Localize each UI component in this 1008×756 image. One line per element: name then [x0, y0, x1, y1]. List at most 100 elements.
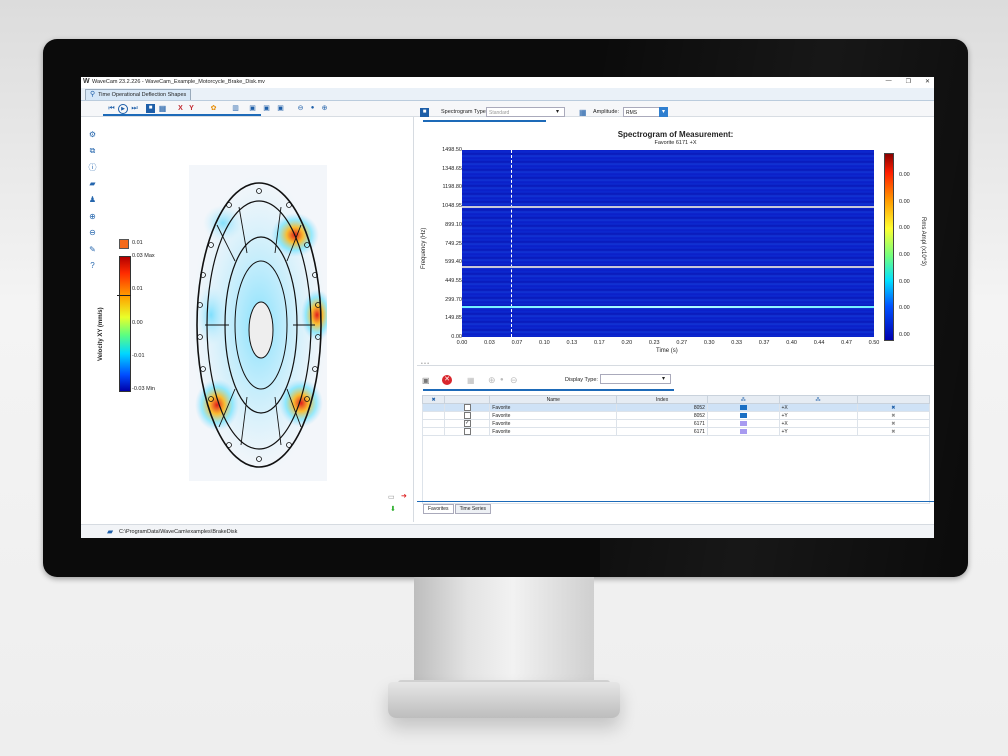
row-delete-icon[interactable]: ✖ — [856, 419, 931, 428]
pencil-icon[interactable]: ✎ — [87, 244, 98, 255]
column-header-index[interactable]: Index — [616, 395, 708, 404]
zoom-plus-icon[interactable]: ⊕ — [488, 375, 496, 386]
brake-disk-view[interactable] — [189, 165, 333, 481]
colorbar-tick-label: 0.00 — [899, 225, 910, 232]
tab-favorites[interactable]: Favorites — [423, 504, 454, 514]
x-tick-label: 0.23 — [648, 340, 660, 346]
user-icon[interactable]: ♟ — [87, 194, 98, 205]
layout-icon[interactable]: ▥ — [231, 104, 240, 113]
y-axis-icon[interactable]: Y — [187, 104, 196, 113]
app-screen: W WaveCam 23.2.226 - WaveCam_Example_Mot… — [81, 77, 934, 538]
copy-icon[interactable]: ⧉ — [87, 145, 98, 156]
play-icon[interactable]: ▶ — [118, 104, 128, 114]
y-tick-label: 899.10 — [445, 221, 462, 228]
color-swatch[interactable] — [739, 412, 747, 418]
maximize-button[interactable]: ❐ — [906, 78, 911, 85]
left-tool-column: ⚙ ⧉ ⓘ ▰ ♟ ⊕ ⊖ ✎ ? — [87, 129, 101, 276]
row-checkbox[interactable]: ✓ — [444, 419, 491, 428]
color-swatch[interactable] — [739, 420, 747, 426]
row-delete-icon[interactable]: ✖ — [856, 411, 931, 420]
info-icon[interactable]: ⓘ — [87, 162, 98, 173]
frequency-peak-line — [462, 266, 874, 269]
x-tick-label: 0.47 — [841, 340, 852, 346]
zoom-minus-icon[interactable]: ⊖ — [296, 104, 305, 113]
legend-min-label: -0.03 Min — [132, 386, 155, 392]
zoom-minus-icon[interactable]: ⊖ — [510, 375, 518, 386]
velocity-color-scale — [119, 256, 131, 392]
x-tick-label: 0.27 — [676, 340, 688, 346]
mini-screen-icon[interactable]: ▭ — [388, 493, 395, 501]
table-header-row: ✖ Name Index ⁂ ⁂ — [421, 395, 931, 404]
time-cursor-line[interactable] — [511, 150, 513, 337]
color-column-icon[interactable]: ⁂ — [706, 395, 780, 404]
save-icon[interactable]: ■ — [420, 108, 429, 117]
remove-icon[interactable]: ✕ — [442, 375, 452, 385]
skip-end-icon[interactable]: ⏭ — [130, 104, 139, 113]
close-button[interactable]: ✕ — [925, 78, 930, 85]
dot-icon[interactable]: ● — [500, 377, 504, 383]
spectrogram-type-select[interactable]: Standard — [486, 107, 565, 117]
folder-icon[interactable]: ▰ — [107, 527, 113, 536]
frequency-peak-line — [462, 205, 874, 208]
x-tick-label: 0.00 — [456, 340, 468, 346]
panel-divider[interactable] — [413, 117, 414, 522]
monitor-stand-neck — [414, 577, 594, 687]
y-tick-label: 749.25 — [445, 240, 462, 247]
color-swatch[interactable] — [739, 404, 747, 410]
column-header-name[interactable]: Name — [489, 395, 618, 404]
scale-marker[interactable] — [117, 295, 131, 296]
image-2-icon[interactable]: ▣ — [262, 104, 271, 113]
arrow-right-icon[interactable]: ➜ — [401, 492, 407, 500]
colorbar-tick-label: 0.00 — [899, 305, 910, 312]
row-checkbox[interactable] — [444, 403, 491, 412]
dot-icon[interactable]: ● — [308, 104, 317, 113]
checkbox[interactable]: ✓ — [463, 420, 471, 427]
tab-time-ods[interactable]: ⚲ Time Operational Deflection Shapes — [85, 89, 192, 100]
gear-icon[interactable]: ⚙ — [87, 129, 98, 140]
table-row[interactable]: Favorite 8052 +X ✖ — [421, 403, 931, 412]
table-icon[interactable]: ▦ — [467, 376, 475, 385]
spectrogram-plot[interactable] — [462, 150, 874, 337]
x-tick-label: 0.50 — [868, 340, 880, 346]
chevron-down-icon[interactable]: ▾ — [556, 108, 559, 115]
grid-icon[interactable]: ▦ — [579, 108, 587, 117]
checkbox[interactable] — [463, 404, 471, 411]
skip-start-icon[interactable]: ⏮ — [107, 104, 116, 113]
row-delete-icon[interactable]: ✖ — [856, 403, 931, 412]
row-name: Favorite — [489, 419, 618, 428]
status-path: C:\ProgramData\WaveCam\examples\BrakeDis… — [119, 529, 238, 535]
minimize-button[interactable]: — — [886, 78, 892, 85]
select-all-icon[interactable]: ✖ — [421, 395, 446, 404]
help-icon[interactable]: ? — [87, 260, 98, 271]
y-tick-label: 1198.80 — [442, 184, 462, 191]
row-checkbox[interactable] — [444, 411, 491, 420]
x-tick-label: 0.20 — [621, 340, 633, 346]
zoom-plus-icon[interactable]: ⊕ — [320, 104, 329, 113]
splitter-grip-icon[interactable]: • • • — [421, 361, 429, 367]
table-row[interactable]: ✓ Favorite 6171 +X ✖ — [421, 419, 931, 428]
display-type-select[interactable] — [600, 374, 671, 384]
brake-disk-image — [189, 165, 333, 481]
image-1-icon[interactable]: ▣ — [248, 104, 257, 113]
folder-icon[interactable]: ▰ — [87, 178, 98, 189]
x-axis-icon[interactable]: X — [176, 104, 185, 113]
zoom-in-icon[interactable]: ⊕ — [87, 211, 98, 222]
colorbar — [884, 153, 894, 341]
chevron-down-icon[interactable]: ▾ — [662, 375, 665, 382]
save-icon[interactable]: ▣ — [422, 376, 430, 385]
arrow-down-icon[interactable]: ⬇ — [390, 505, 396, 513]
table-icon[interactable]: ▦ — [158, 104, 167, 113]
table-row[interactable]: Favorite 8052 +Y ✖ — [421, 411, 931, 420]
image-3-icon[interactable]: ▣ — [276, 104, 285, 113]
tab-time-series[interactable]: Time Series — [454, 504, 492, 514]
zoom-out-icon[interactable]: ⊖ — [87, 227, 98, 238]
chevron-down-icon[interactable]: ▾ — [659, 107, 668, 117]
save-icon[interactable]: ■ — [146, 104, 155, 113]
x-tick-label: 0.03 — [484, 340, 495, 346]
horizontal-splitter[interactable] — [417, 365, 934, 366]
checkbox[interactable] — [463, 412, 471, 419]
row-color-swatch — [706, 419, 780, 428]
direction-column-icon[interactable]: ⁂ — [778, 395, 858, 404]
spectrogram-controls: ■ Spectrogram Type: Standard ▾ ▦ Amplitu… — [417, 107, 934, 119]
color-wheel-icon[interactable]: ✿ — [209, 104, 218, 113]
